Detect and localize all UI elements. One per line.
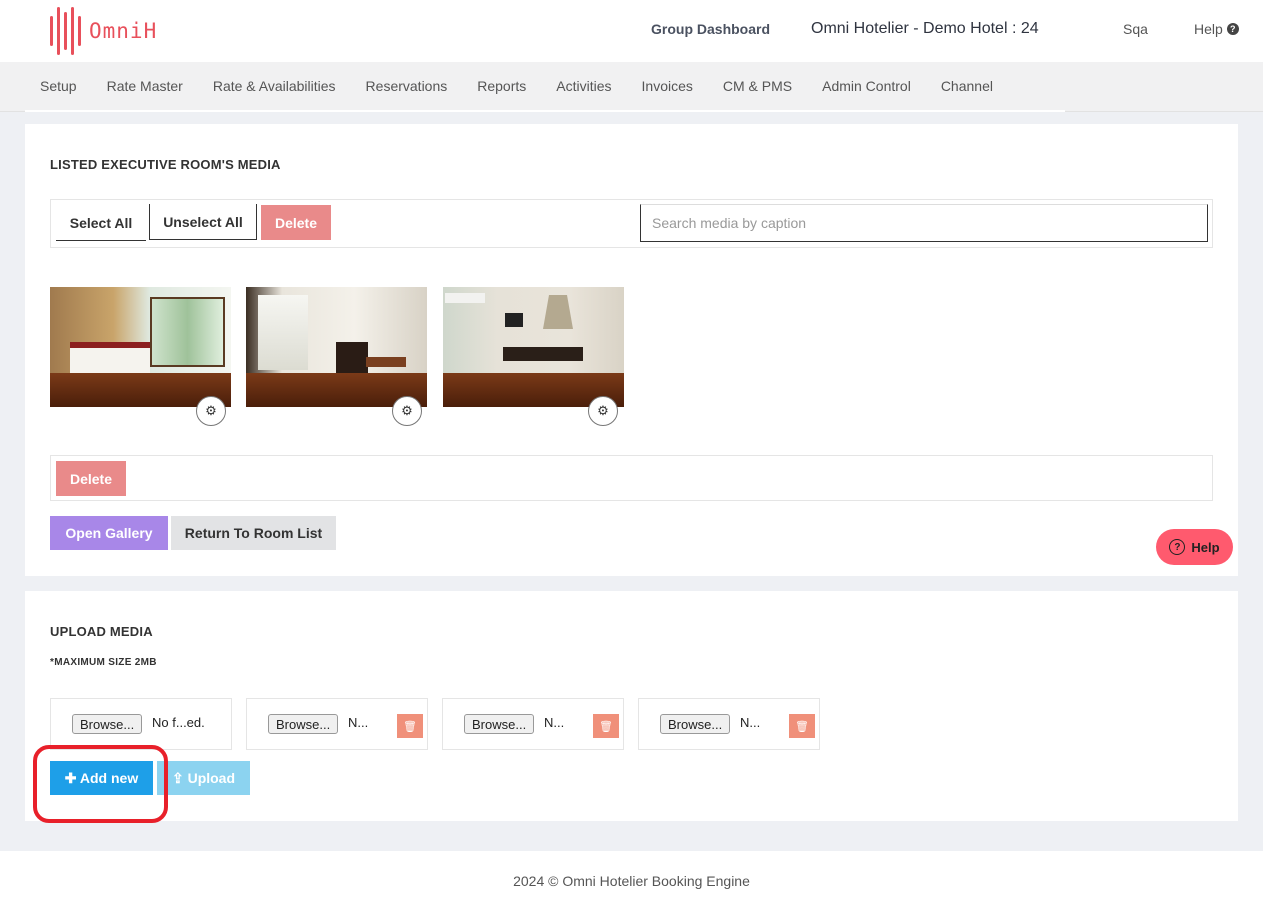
- question-circle-icon: ?: [1169, 539, 1186, 555]
- trash-icon[interactable]: 🗑: [397, 714, 423, 738]
- file-input-box: Browse... N... 🗑: [246, 698, 428, 750]
- file-input-box: Browse... No f...ed.: [50, 698, 232, 750]
- top-header: OmniH Group Dashboard Omni Hotelier - De…: [0, 0, 1263, 62]
- footer: 2024 © Omni Hotelier Booking Engine: [0, 851, 1263, 911]
- nav-channel[interactable]: Channel: [926, 78, 1008, 94]
- file-name: N...: [348, 715, 369, 730]
- floating-help-button[interactable]: ? Help: [1156, 529, 1233, 565]
- select-all-button[interactable]: Select All: [56, 205, 146, 241]
- file-input-box: Browse... N... 🗑: [442, 698, 624, 750]
- nav-reservations[interactable]: Reservations: [351, 78, 463, 94]
- media-thumbnail[interactable]: [246, 287, 427, 407]
- media-toolbar: Select All Unselect All Delete: [50, 199, 1213, 248]
- nav-activities[interactable]: Activities: [541, 78, 626, 94]
- nav-rate-master[interactable]: Rate Master: [92, 78, 198, 94]
- media-card: LISTED EXECUTIVE ROOM'S MEDIA Select All…: [25, 124, 1238, 576]
- nav-cm-pms[interactable]: CM & PMS: [708, 78, 807, 94]
- trash-icon[interactable]: 🗑: [593, 714, 619, 738]
- nav-setup[interactable]: Setup: [25, 78, 92, 94]
- browse-button[interactable]: Browse...: [268, 714, 339, 734]
- user-menu[interactable]: Sqa: [1123, 21, 1148, 37]
- search-media-input[interactable]: [640, 204, 1208, 242]
- media-section-title: LISTED EXECUTIVE ROOM'S MEDIA: [50, 157, 281, 172]
- gear-icon[interactable]: ⚙: [392, 396, 422, 426]
- upload-icon: ⇪: [171, 769, 184, 786]
- plus-icon: ✚: [64, 769, 77, 786]
- help-link[interactable]: Help ?: [1194, 21, 1239, 37]
- floating-help-label: Help: [1191, 539, 1220, 555]
- group-dashboard-link[interactable]: Group Dashboard: [651, 21, 770, 37]
- logo-bars-icon: [50, 7, 81, 55]
- media-thumbnail[interactable]: [443, 287, 624, 407]
- logo-text: OmniH: [89, 19, 158, 43]
- file-input-box: Browse... N... 🗑: [638, 698, 820, 750]
- upload-card: UPLOAD MEDIA *MAXIMUM SIZE 2MB Browse...…: [25, 591, 1238, 821]
- delete-button[interactable]: Delete: [56, 461, 126, 496]
- nav-rate-availabilities[interactable]: Rate & Availabilities: [198, 78, 351, 94]
- upload-section-title: UPLOAD MEDIA: [50, 624, 153, 639]
- open-gallery-button[interactable]: Open Gallery: [50, 516, 168, 550]
- browse-button[interactable]: Browse...: [660, 714, 731, 734]
- max-size-note: *MAXIMUM SIZE 2MB: [50, 657, 157, 668]
- footer-text: 2024 © Omni Hotelier Booking Engine: [513, 873, 750, 889]
- help-label: Help: [1194, 21, 1223, 37]
- return-to-room-list-button[interactable]: Return To Room List: [171, 516, 336, 550]
- file-name: N...: [740, 715, 761, 730]
- delete-selected-button[interactable]: Delete: [261, 205, 331, 240]
- file-name: No f...ed.: [152, 715, 205, 730]
- hotel-name[interactable]: Omni Hotelier - Demo Hotel : 24: [811, 20, 1039, 38]
- trash-icon[interactable]: 🗑: [789, 714, 815, 738]
- media-thumbnail[interactable]: [50, 287, 231, 407]
- browse-button[interactable]: Browse...: [72, 714, 143, 734]
- unselect-all-button[interactable]: Unselect All: [149, 204, 257, 240]
- nav-reports[interactable]: Reports: [462, 78, 541, 94]
- question-circle-icon: ?: [1226, 23, 1239, 35]
- upload-label: Upload: [187, 769, 236, 786]
- main-nav: Setup Rate Master Rate & Availabilities …: [0, 62, 1263, 112]
- nav-admin-control[interactable]: Admin Control: [807, 78, 926, 94]
- gear-icon[interactable]: ⚙: [588, 396, 618, 426]
- omnih-logo[interactable]: OmniH: [50, 7, 157, 55]
- nav-invoices[interactable]: Invoices: [627, 78, 708, 94]
- gear-icon[interactable]: ⚙: [196, 396, 226, 426]
- file-name: N...: [544, 715, 565, 730]
- bottom-delete-bar: Delete: [50, 455, 1213, 501]
- upload-button[interactable]: ⇪ Upload: [157, 761, 250, 795]
- browse-button[interactable]: Browse...: [464, 714, 535, 734]
- add-new-label: Add new: [79, 769, 139, 786]
- add-new-button[interactable]: ✚ Add new: [50, 761, 153, 795]
